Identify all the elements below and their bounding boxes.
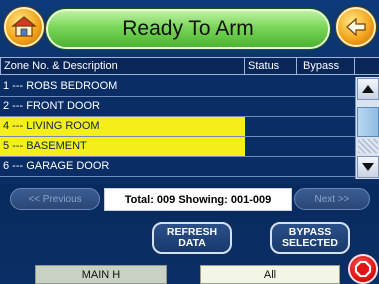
pagination-info: Total: 009 Showing: 001-009: [104, 188, 292, 211]
zone-row[interactable]: 2 --- FRONT DOOR: [0, 97, 355, 117]
scroll-track[interactable]: [358, 139, 378, 153]
zone-row[interactable]: 4 --- LIVING ROOM: [0, 117, 355, 137]
refresh-label-line2: DATA: [178, 237, 206, 249]
zone-description: 2 --- FRONT DOOR: [3, 100, 100, 112]
bypass-label-line2: SELECTED: [281, 237, 338, 249]
zone-row[interactable]: 5 --- BASEMENT: [0, 137, 355, 157]
triangle-up-icon: [362, 85, 374, 93]
zone-list: 1 --- ROBS BEDROOM 2 --- FRONT DOOR 4 --…: [0, 77, 355, 177]
scroll-thumb[interactable]: [357, 107, 379, 137]
zone-filter-selector[interactable]: All: [200, 265, 340, 284]
zone-status: [245, 137, 297, 156]
page-title: Ready To Arm: [46, 9, 330, 49]
zone-bypass[interactable]: [297, 157, 355, 176]
house-icon: [11, 16, 37, 37]
previous-page-button[interactable]: << Previous: [10, 188, 100, 210]
scroll-down-button[interactable]: [357, 156, 379, 178]
emergency-icon: [355, 261, 371, 277]
zone-description: 1 --- ROBS BEDROOM: [3, 80, 118, 92]
partition-selector[interactable]: MAIN H: [35, 265, 167, 284]
back-button[interactable]: [336, 7, 376, 47]
zone-scrollbar[interactable]: [355, 77, 379, 179]
back-arrow-icon: [346, 17, 366, 37]
emergency-button[interactable]: [348, 254, 378, 284]
triangle-down-icon: [362, 163, 374, 171]
zone-status: [245, 97, 297, 116]
zone-bypass[interactable]: [297, 97, 355, 116]
pagination-bar: << Previous Total: 009 Showing: 001-009 …: [0, 186, 379, 212]
zone-status: [245, 117, 297, 136]
zone-bypass[interactable]: [297, 117, 355, 136]
zone-status: [245, 77, 297, 96]
zone-row[interactable]: 6 --- GARAGE DOOR: [0, 157, 355, 177]
zone-description: 6 --- GARAGE DOOR: [3, 160, 110, 172]
scroll-up-button[interactable]: [357, 78, 379, 100]
zone-table: Zone No. & Description Status Bypass 1 -…: [0, 57, 379, 184]
footer-bar: MAIN H All: [0, 261, 379, 284]
refresh-data-button[interactable]: REFRESH DATA: [152, 222, 232, 254]
bypass-selected-button[interactable]: BYPASS SELECTED: [270, 222, 350, 254]
zone-description: 5 --- BASEMENT: [0, 137, 245, 156]
table-header: Zone No. & Description Status Bypass: [0, 57, 379, 75]
zone-description: 4 --- LIVING ROOM: [0, 117, 245, 136]
next-page-button[interactable]: Next >>: [294, 188, 370, 210]
column-header-description: Zone No. & Description: [0, 58, 245, 75]
screen: Ready To Arm Zone No. & Description Stat…: [0, 0, 379, 284]
home-button[interactable]: [4, 7, 44, 47]
zone-bypass[interactable]: [297, 137, 355, 156]
column-header-bypass: Bypass: [297, 58, 355, 75]
column-header-status: Status: [245, 58, 297, 75]
zone-row[interactable]: 1 --- ROBS BEDROOM: [0, 77, 355, 97]
zone-bypass[interactable]: [297, 77, 355, 96]
zone-status: [245, 157, 297, 176]
